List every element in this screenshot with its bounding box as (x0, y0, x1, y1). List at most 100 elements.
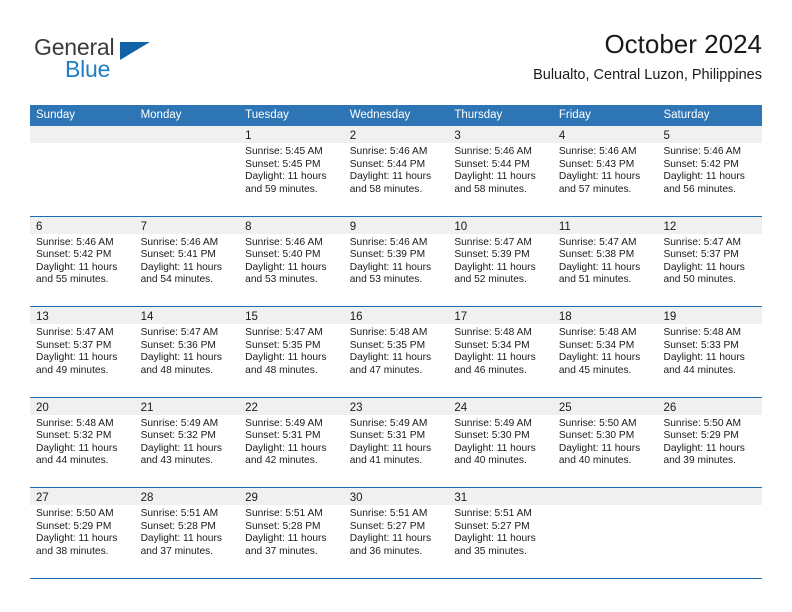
day-sun-info: Sunrise: 5:47 AM Sunset: 5:37 PM Daylight:… (657, 234, 762, 287)
daylight-line-1: Daylight: 11 hours (454, 533, 536, 545)
calendar-week-row: 27 Sunrise: 5:50 AM Sunset: 5:29 PM Dayligh… (30, 488, 763, 579)
calendar-day-cell[interactable]: 9 Sunrise: 5:46 AM Sunset: 5:39 PM Daylight… (343, 216, 449, 306)
calendar-day-cell[interactable]: 28 Sunrise: 5:51 AM Sunset: 5:28 PM Dayligh… (134, 488, 240, 578)
day-number-band (30, 126, 135, 143)
daylight-line-2: and 50 minutes. (663, 274, 736, 286)
daylight-line-2: and 48 minutes. (140, 364, 214, 376)
day-sun-info: Sunrise: 5:49 AM Sunset: 5:31 PM Daylight:… (344, 415, 449, 468)
daylight-line-1: Daylight: 11 hours (349, 442, 432, 454)
day-number-band: 5 (657, 126, 763, 143)
calendar-week-row: 20 Sunrise: 5:48 AM Sunset: 5:32 PM Dayligh… (30, 397, 763, 488)
daylight-line-2: and 59 minutes. (245, 183, 318, 195)
day-number-band: 26 (657, 397, 763, 415)
sunset-line: Sunset: 5:41 PM (140, 249, 216, 261)
general-blue-logo[interactable]: General Blue (34, 34, 164, 90)
daylight-line-1: Daylight: 11 hours (558, 261, 641, 273)
sunset-line: Sunset: 5:36 PM (140, 339, 216, 351)
calendar-day-cell[interactable]: 25 Sunrise: 5:50 AM Sunset: 5:30 PM Dayligh… (552, 397, 658, 487)
calendar-day-cell[interactable]: 21 Sunrise: 5:49 AM Sunset: 5:32 PM Dayligh… (134, 397, 240, 487)
calendar-day-cell[interactable]: 27 Sunrise: 5:50 AM Sunset: 5:29 PM Dayligh… (30, 488, 135, 578)
daylight-line-1: Daylight: 11 hours (245, 533, 327, 545)
calendar-day-cell[interactable]: 19 Sunrise: 5:48 AM Sunset: 5:33 PM Dayligh… (657, 307, 763, 397)
day-sun-info: Sunrise: 5:46 AM Sunset: 5:39 PM Daylight:… (344, 234, 449, 287)
daylight-line-2: and 44 minutes. (663, 364, 736, 376)
day-number: 15 (245, 311, 258, 323)
calendar-day-cell[interactable]: 23 Sunrise: 5:49 AM Sunset: 5:31 PM Dayligh… (343, 397, 449, 487)
daylight-line-1: Daylight: 11 hours (140, 442, 222, 454)
calendar-day-cell[interactable]: 5 Sunrise: 5:46 AM Sunset: 5:42 PM Daylight… (657, 126, 763, 216)
calendar-day-cell[interactable]: 29 Sunrise: 5:51 AM Sunset: 5:28 PM Dayligh… (239, 488, 344, 578)
sunset-line: Sunset: 5:45 PM (245, 158, 321, 170)
day-number: 20 (36, 401, 49, 414)
sunset-line: Sunset: 5:42 PM (663, 158, 739, 170)
day-sun-info: Sunrise: 5:46 AM Sunset: 5:44 PM Daylight:… (344, 143, 449, 196)
day-number: 5 (663, 130, 670, 142)
day-number-band: 25 (552, 397, 658, 415)
calendar-day-cell[interactable]: 31 Sunrise: 5:51 AM Sunset: 5:27 PM Dayligh… (448, 488, 553, 578)
daylight-line-2: and 53 minutes. (349, 274, 423, 286)
day-number-band: 10 (448, 216, 553, 234)
weekday-header-row: Sunday Monday Tuesday Wednesday Thursday… (30, 105, 762, 126)
sunset-line: Sunset: 5:37 PM (663, 249, 739, 261)
day-number-band: 29 (239, 488, 344, 505)
day-number: 17 (454, 311, 468, 323)
sunset-line: Sunset: 5:39 PM (349, 249, 426, 261)
day-sun-info: Sunrise: 5:46 AM Sunset: 5:44 PM Daylight:… (448, 143, 553, 196)
sunset-line: Sunset: 5:32 PM (36, 430, 112, 442)
sunrise-line: Sunrise: 5:48 AM (454, 327, 532, 338)
day-sun-info: Sunrise: 5:48 AM Sunset: 5:34 PM Daylight:… (553, 324, 658, 377)
blue-triangle-icon (120, 42, 150, 60)
calendar-day-cell[interactable]: 6 Sunrise: 5:46 AM Sunset: 5:42 PM Daylight… (30, 216, 135, 306)
calendar-day-cell[interactable]: 14 Sunrise: 5:47 AM Sunset: 5:36 PM Dayligh… (134, 307, 240, 397)
day-number: 25 (558, 401, 572, 414)
sunset-line: Sunset: 5:28 PM (245, 520, 321, 532)
calendar-day-cell[interactable]: 20 Sunrise: 5:48 AM Sunset: 5:32 PM Dayligh… (30, 397, 135, 487)
calendar-day-cell[interactable]: 18 Sunrise: 5:48 AM Sunset: 5:34 PM Dayligh… (552, 307, 658, 397)
daylight-line-1: Daylight: 11 hours (558, 171, 641, 183)
logo-text-blue: Blue (65, 56, 111, 82)
sunrise-line: Sunrise: 5:46 AM (663, 146, 742, 157)
day-sun-info: Sunrise: 5:46 AM Sunset: 5:40 PM Daylight:… (239, 234, 344, 287)
calendar-day-cell[interactable]: 11 Sunrise: 5:47 AM Sunset: 5:38 PM Dayligh… (552, 216, 658, 306)
day-sun-info: Sunrise: 5:50 AM Sunset: 5:29 PM Daylight:… (657, 415, 762, 468)
day-sun-info: Sunrise: 5:50 AM Sunset: 5:29 PM Daylight:… (30, 505, 135, 558)
calendar-day-cell[interactable]: 1 Sunrise: 5:45 AM Sunset: 5:45 PM Daylight… (239, 126, 344, 216)
daylight-line-1: Daylight: 11 hours (245, 171, 327, 183)
daylight-line-2: and 54 minutes. (140, 274, 214, 286)
day-number-band: 18 (552, 307, 658, 324)
daylight-line-2: and 37 minutes. (245, 545, 318, 557)
calendar-day-cell[interactable]: 4 Sunrise: 5:46 AM Sunset: 5:43 PM Daylight… (552, 126, 658, 216)
sunrise-line: Sunrise: 5:49 AM (140, 417, 219, 429)
day-sun-info: Sunrise: 5:47 AM Sunset: 5:36 PM Daylight:… (135, 324, 240, 377)
day-number: 12 (663, 220, 677, 233)
day-number-band: 22 (239, 397, 344, 415)
calendar-day-cell[interactable]: 17 Sunrise: 5:48 AM Sunset: 5:34 PM Dayligh… (448, 307, 553, 397)
calendar-day-cell[interactable]: 12 Sunrise: 5:47 AM Sunset: 5:37 PM Dayligh… (657, 216, 763, 306)
calendar-week-row: 1 Sunrise: 5:45 AM Sunset: 5:45 PM Daylight… (30, 126, 763, 217)
day-number-band: 3 (448, 126, 553, 143)
calendar-day-cell[interactable]: 8 Sunrise: 5:46 AM Sunset: 5:40 PM Daylight… (239, 216, 344, 306)
calendar-day-cell[interactable]: 22 Sunrise: 5:49 AM Sunset: 5:31 PM Dayligh… (239, 397, 344, 487)
daylight-line-1: Daylight: 11 hours (663, 261, 745, 273)
sunrise-line: Sunrise: 5:49 AM (349, 417, 428, 429)
day-number: 8 (245, 220, 252, 233)
calendar-day-cell[interactable]: 30 Sunrise: 5:51 AM Sunset: 5:27 PM Dayligh… (343, 488, 449, 578)
calendar-weeks: 1 Sunrise: 5:45 AM Sunset: 5:45 PM Daylight… (30, 126, 763, 579)
calendar-day-cell[interactable]: 26 Sunrise: 5:50 AM Sunset: 5:29 PM Dayligh… (657, 397, 763, 487)
calendar-day-cell[interactable]: 2 Sunrise: 5:46 AM Sunset: 5:44 PM Daylight… (343, 126, 449, 216)
day-number-band: 31 (448, 488, 553, 505)
calendar-day-cell[interactable]: 3 Sunrise: 5:46 AM Sunset: 5:44 PM Daylight… (448, 126, 553, 216)
calendar-day-cell[interactable]: 7 Sunrise: 5:46 AM Sunset: 5:41 PM Daylight… (134, 216, 240, 306)
sunrise-line: Sunrise: 5:51 AM (349, 508, 428, 519)
calendar-day-cell[interactable]: 15 Sunrise: 5:47 AM Sunset: 5:35 PM Dayligh… (239, 307, 344, 397)
day-sun-info: Sunrise: 5:48 AM Sunset: 5:35 PM Daylight:… (344, 324, 449, 377)
calendar-page: General Blue October 2024 Bulualto, Cent… (0, 0, 792, 612)
calendar-day-cell[interactable]: 10 Sunrise: 5:47 AM Sunset: 5:39 PM Dayligh… (448, 216, 553, 306)
daylight-line-1: Daylight: 11 hours (454, 442, 536, 454)
day-sun-info: Sunrise: 5:46 AM Sunset: 5:43 PM Daylight:… (553, 143, 658, 196)
daylight-line-1: Daylight: 11 hours (36, 442, 118, 454)
day-number: 7 (140, 220, 147, 233)
calendar-day-cell[interactable]: 13 Sunrise: 5:47 AM Sunset: 5:37 PM Dayligh… (30, 307, 135, 397)
calendar-day-cell[interactable]: 16 Sunrise: 5:48 AM Sunset: 5:35 PM Dayligh… (343, 307, 449, 397)
calendar-day-cell[interactable]: 24 Sunrise: 5:49 AM Sunset: 5:30 PM Dayligh… (448, 397, 553, 487)
